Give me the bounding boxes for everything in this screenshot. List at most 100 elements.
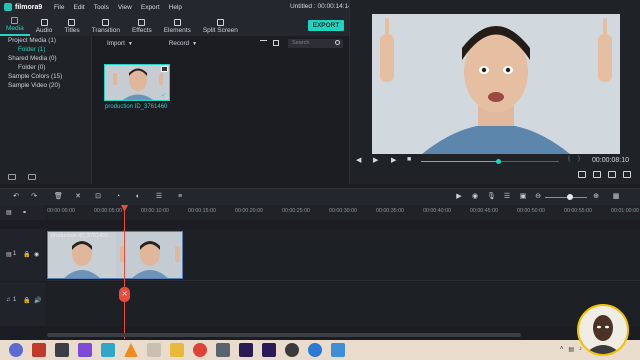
speaker-icon[interactable]: 🔊 [34, 297, 41, 304]
zoom-out-icon[interactable]: ⊖ [534, 193, 542, 201]
playback-scrubber-handle[interactable] [495, 159, 501, 164]
taskbar-app-icon[interactable] [216, 343, 230, 357]
ruler-tick-label: 00:00:35:00 [376, 208, 404, 214]
tab-titles[interactable]: Titles [58, 14, 85, 36]
split-marker-icon[interactable]: ✕ [119, 287, 130, 302]
video-track-number: 1 [13, 251, 17, 257]
export-button[interactable]: EXPORT [308, 20, 344, 31]
playback-progress-bar[interactable] [421, 159, 559, 164]
play-icon[interactable]: ▶ [391, 156, 396, 164]
snapshot-icon[interactable] [593, 171, 601, 178]
edge-icon[interactable] [308, 343, 322, 357]
vlc-icon[interactable] [124, 343, 138, 357]
sidebar-item-sample-video[interactable]: Sample Video (20) [0, 81, 91, 90]
marker-icon[interactable]: ◉ [471, 193, 479, 201]
zoom-slider[interactable] [545, 194, 587, 200]
cut-icon[interactable]: ✕ [74, 193, 82, 201]
premiere-icon[interactable] [239, 343, 253, 357]
mark-in-icon[interactable]: { [568, 156, 570, 162]
ruler-tick-label: 00:00:30:00 [329, 208, 357, 214]
sidebar-item-shared-media[interactable]: Shared Media (0) [0, 54, 91, 63]
new-folder-icon[interactable] [8, 174, 16, 180]
menu-export[interactable]: Export [141, 4, 160, 11]
lock-icon[interactable]: 🔒 [23, 297, 30, 304]
menu-view[interactable]: View [118, 4, 132, 11]
tab-effects[interactable]: Effects [126, 14, 158, 36]
sidebar-item-folder-1[interactable]: Folder (1) [0, 45, 91, 54]
menu-file[interactable]: File [54, 4, 64, 11]
step-back-icon[interactable]: ▶ [373, 156, 378, 164]
import-button[interactable]: Import ▼ [107, 40, 133, 47]
obs-icon[interactable] [285, 343, 299, 357]
mixer-icon[interactable]: ☰ [503, 193, 511, 201]
taskbar-app-icon[interactable] [55, 343, 69, 357]
chevron-up-icon[interactable]: ˄ [560, 346, 564, 353]
taskbar-app-icon[interactable] [78, 343, 92, 357]
voiceover-icon[interactable]: 🎙 [487, 193, 496, 201]
grid-view-icon[interactable] [273, 40, 279, 46]
preview-video-frame [372, 14, 620, 154]
render-icon[interactable]: ▶ [455, 193, 463, 201]
taskbar-app-icon[interactable] [147, 343, 161, 357]
timeline-horizontal-scrollbar[interactable] [47, 333, 521, 337]
stop-icon[interactable]: ■ [407, 156, 411, 163]
undo-icon[interactable]: ↶ [12, 193, 20, 201]
tab-audio[interactable]: Audio [30, 14, 59, 36]
ruler-tick-label: 00:00:20:00 [235, 208, 263, 214]
premiere-icon[interactable] [262, 343, 276, 357]
mark-out-icon[interactable]: } [578, 156, 580, 162]
add-track-icon[interactable]: ▤ [6, 209, 12, 216]
media-clip-thumbnail[interactable]: ✓ [104, 64, 170, 101]
sidebar-item-sample-colors[interactable]: Sample Colors (15) [0, 72, 91, 81]
snap-icon[interactable]: ▣ [519, 193, 527, 201]
tab-transition[interactable]: Transition [86, 14, 126, 36]
search-input[interactable]: Search [288, 39, 343, 48]
playhead-line[interactable] [124, 206, 125, 339]
menu-edit[interactable]: Edit [73, 4, 84, 11]
audio-track[interactable] [47, 282, 640, 326]
tab-split-screen[interactable]: Split Screen [197, 14, 244, 36]
zoom-in-icon[interactable]: ⊕ [592, 193, 600, 201]
tab-elements-label: Elements [163, 27, 191, 34]
fullscreen-icon[interactable] [623, 171, 631, 178]
chrome-icon[interactable] [193, 343, 207, 357]
ruler-tick-label: 00:00:40:00 [423, 208, 451, 214]
redo-icon[interactable]: ↷ [30, 193, 38, 201]
volume-icon[interactable] [608, 171, 616, 178]
taskbar-app-icon[interactable] [101, 343, 115, 357]
folder-icon[interactable] [170, 343, 184, 357]
taskbar-app-icon[interactable] [9, 343, 23, 357]
audio-mixer-icon[interactable]: ☰ [155, 193, 163, 201]
timeline-video-clip[interactable]: production ID_3761460 [47, 231, 183, 279]
taskbar-app-icon[interactable] [32, 343, 46, 357]
eye-icon[interactable]: ◉ [34, 251, 39, 258]
lock-icon[interactable]: 🔒 [23, 251, 30, 258]
menu-help[interactable]: Help [169, 4, 182, 11]
color-icon[interactable]: ◐ [134, 193, 142, 201]
sidebar-item-folder-0[interactable]: Folder (0) [0, 63, 91, 72]
tab-media[interactable]: Media [0, 14, 30, 36]
audio-settings-icon[interactable]: ≡ [176, 193, 184, 201]
filter-icon[interactable] [260, 40, 267, 46]
display-settings-icon[interactable] [578, 171, 586, 178]
open-folder-icon[interactable] [28, 174, 36, 180]
zoom-slider-handle[interactable] [567, 194, 574, 200]
link-icon[interactable]: ⚭ [22, 209, 27, 216]
system-tray: ˄ ▤ ♪ [560, 346, 582, 353]
ruler-tick-label: 00:00:10:00 [141, 208, 169, 214]
sidebar-item-project-media[interactable]: Project Media (1) [0, 36, 91, 45]
delete-icon[interactable]: 🗑 [54, 193, 63, 201]
tab-elements[interactable]: Elements [158, 14, 197, 36]
taskbar-app-icon[interactable] [331, 343, 345, 357]
record-button[interactable]: Record ▼ [169, 40, 197, 47]
speed-icon[interactable]: ◔ [114, 193, 122, 201]
menu-tools[interactable]: Tools [94, 4, 109, 11]
video-track[interactable]: production ID_3761460 [47, 229, 640, 281]
network-icon[interactable]: ▤ [568, 346, 574, 353]
media-clip-name: production ID_3761460 [105, 104, 168, 110]
previous-frame-icon[interactable]: ◀ [356, 156, 361, 164]
crop-icon[interactable]: ⊡ [94, 193, 102, 201]
speaker-icon[interactable]: ♪ [579, 346, 582, 353]
fit-timeline-icon[interactable]: ▦ [612, 193, 620, 201]
timeline-ruler[interactable]: 00:00:00:00 00:00:05:00 00:00:10:00 00:00:1… [47, 205, 640, 220]
